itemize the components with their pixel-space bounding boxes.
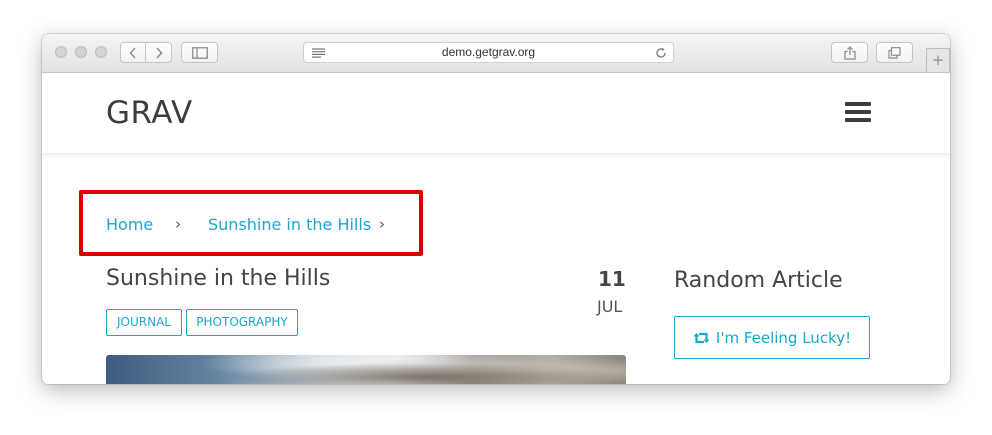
post-hero-image[interactable] <box>106 355 626 384</box>
chevron-right-icon <box>155 46 163 59</box>
forward-button[interactable] <box>146 42 172 63</box>
close-window-button[interactable] <box>55 46 67 58</box>
tabs-icon <box>888 46 901 59</box>
url-text: demo.getgrav.org <box>441 45 536 59</box>
tag-photography[interactable]: PHOTOGRAPHY <box>186 309 298 336</box>
browser-toolbar: demo.getgrav.org + <box>42 34 950 73</box>
show-tabs-button[interactable] <box>876 42 913 63</box>
tag-journal[interactable]: JOURNAL <box>106 309 182 336</box>
breadcrumb-separator: › <box>379 215 385 233</box>
post-date-day: 11 <box>598 267 626 291</box>
site-logo[interactable]: GRAV <box>106 95 193 131</box>
browser-window: demo.getgrav.org + GRAV Home › Sunshine … <box>42 34 950 384</box>
reload-icon[interactable] <box>655 47 667 59</box>
share-icon <box>843 45 856 60</box>
hamburger-icon[interactable] <box>845 102 871 123</box>
breadcrumb-home[interactable]: Home <box>106 215 153 234</box>
address-bar[interactable]: demo.getgrav.org <box>303 42 674 63</box>
sidebar-toggle-button[interactable] <box>181 42 218 63</box>
share-button[interactable] <box>831 42 868 63</box>
breadcrumb-separator: › <box>175 215 181 233</box>
back-button[interactable] <box>120 42 146 63</box>
sidebar-title: Random Article <box>674 268 843 293</box>
post-date-month: JUL <box>597 297 623 316</box>
new-tab-button[interactable]: + <box>926 48 950 72</box>
minimize-window-button[interactable] <box>75 46 87 58</box>
retweet-icon <box>693 332 710 343</box>
breadcrumb: Home › Sunshine in the Hills › <box>79 190 423 256</box>
feeling-lucky-label: I'm Feeling Lucky! <box>715 328 852 347</box>
feeling-lucky-button[interactable]: I'm Feeling Lucky! <box>674 316 870 359</box>
chevron-left-icon <box>129 46 136 59</box>
site-header: GRAV <box>42 73 950 153</box>
post-title[interactable]: Sunshine in the Hills <box>106 266 330 291</box>
zoom-window-button[interactable] <box>95 46 107 58</box>
sidebar-icon <box>191 46 208 59</box>
breadcrumb-current[interactable]: Sunshine in the Hills <box>208 215 371 234</box>
